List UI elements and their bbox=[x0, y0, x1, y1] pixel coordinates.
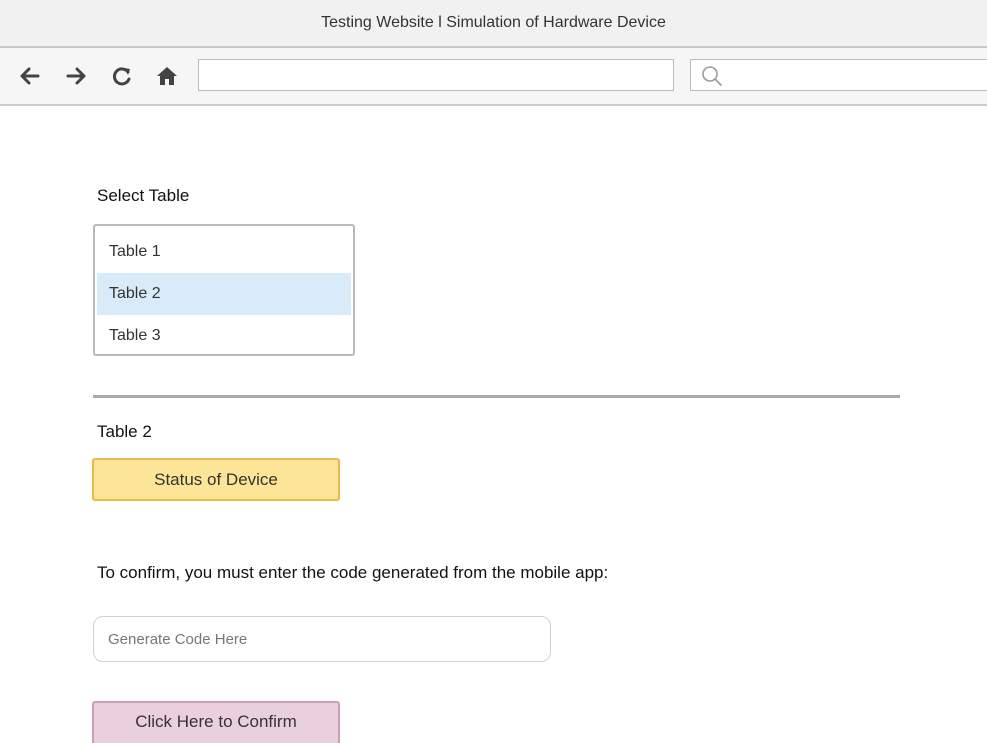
back-button[interactable] bbox=[16, 62, 44, 90]
window-title: Testing Website l Simulation of Hardware… bbox=[321, 14, 666, 31]
confirm-button[interactable]: Click Here to Confirm bbox=[92, 701, 340, 743]
forward-arrow-icon bbox=[66, 67, 86, 85]
confirm-instruction-text: To confirm, you must enter the code gene… bbox=[97, 563, 609, 582]
browser-search-box[interactable] bbox=[690, 59, 987, 91]
url-bar[interactable] bbox=[198, 59, 674, 91]
list-item-table-2[interactable]: Table 2 bbox=[97, 273, 351, 315]
browser-window: Testing Website l Simulation of Hardware… bbox=[0, 0, 987, 743]
section-divider bbox=[93, 395, 900, 398]
home-button[interactable] bbox=[153, 62, 181, 90]
home-icon bbox=[157, 67, 177, 85]
table-listbox[interactable]: Table 1 Table 2 Table 3 bbox=[93, 224, 355, 356]
status-of-device-button[interactable]: Status of Device bbox=[92, 458, 340, 501]
code-input[interactable] bbox=[93, 616, 551, 662]
magnifier-icon bbox=[702, 66, 722, 86]
reload-icon bbox=[113, 67, 131, 86]
selected-table-heading: Table 2 bbox=[97, 422, 152, 441]
list-item-table-1[interactable]: Table 1 bbox=[97, 231, 351, 273]
select-table-label: Select Table bbox=[97, 186, 190, 205]
window-titlebar: Testing Website l Simulation of Hardware… bbox=[0, 0, 987, 48]
reload-button[interactable] bbox=[108, 62, 136, 90]
forward-button[interactable] bbox=[62, 62, 90, 90]
list-item-table-3[interactable]: Table 3 bbox=[97, 315, 351, 357]
back-arrow-icon bbox=[20, 67, 40, 85]
browser-toolbar bbox=[0, 48, 987, 106]
